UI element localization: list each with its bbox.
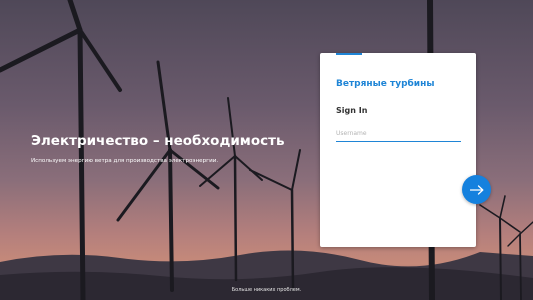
brand-title: Ветряные турбины	[336, 79, 435, 89]
arrow-right-icon	[469, 184, 483, 195]
card-accent-bar	[336, 53, 362, 55]
hero-title: Электричество – необходимость	[31, 133, 285, 149]
username-input[interactable]	[336, 126, 461, 142]
hero-subtitle: Используем энергию ветра для производств…	[31, 158, 219, 164]
hero-section: Электричество – необходимость Используем…	[31, 133, 301, 164]
footer-text: Больше никаких проблем.	[231, 287, 302, 293]
sign-in-heading: Sign In	[336, 106, 368, 115]
next-button[interactable]	[462, 175, 491, 204]
login-card: Ветряные турбины Sign In	[320, 53, 476, 247]
